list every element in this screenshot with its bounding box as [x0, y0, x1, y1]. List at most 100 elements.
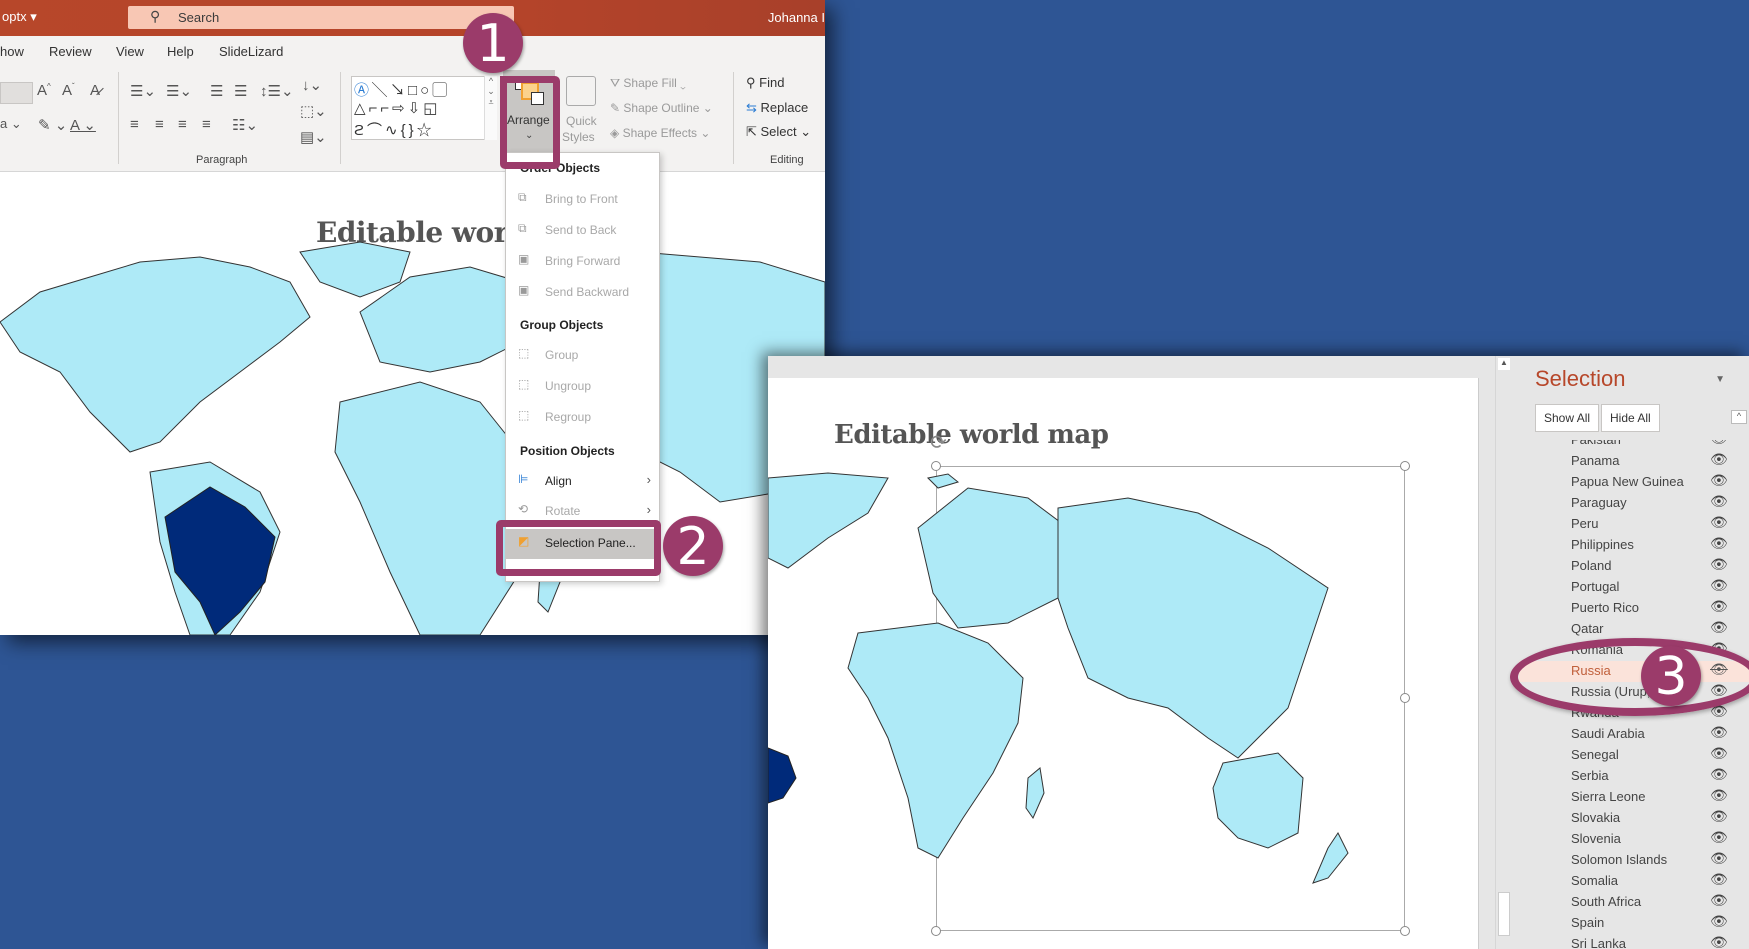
tab-review[interactable]: Review: [49, 44, 92, 59]
selection-list-item[interactable]: Portugal 👁: [1519, 577, 1749, 598]
eye-icon[interactable]: 👁: [1710, 440, 1728, 447]
eye-icon[interactable]: 👁: [1710, 745, 1728, 762]
eye-icon[interactable]: 👁: [1710, 619, 1728, 636]
selection-list-item[interactable]: South Africa 👁: [1519, 892, 1749, 913]
quick-styles-button[interactable]: Quick Styles ⌄: [562, 74, 602, 164]
eye-icon[interactable]: 👁: [1710, 598, 1728, 615]
change-case-icon[interactable]: a ⌄: [0, 116, 22, 132]
shape-fill-button[interactable]: ⛛ Shape Fill ⌄: [610, 76, 686, 91]
selection-list-item[interactable]: Paraguay 👁: [1519, 493, 1749, 514]
selection-list-item[interactable]: Qatar 👁: [1519, 619, 1749, 640]
increase-indent-icon[interactable]: ☰: [234, 82, 247, 100]
tab-slideshow[interactable]: how: [0, 44, 24, 59]
eye-icon[interactable]: 👁: [1710, 808, 1728, 825]
scroll-up-icon[interactable]: ▲: [1498, 358, 1510, 370]
columns-icon[interactable]: ☷⌄: [232, 116, 258, 134]
smartart-icon[interactable]: ▤⌄: [300, 128, 327, 146]
eye-icon[interactable]: 👁: [1710, 556, 1728, 573]
align-right-icon[interactable]: ≡: [178, 116, 187, 133]
menu-header-position: Position Objects: [520, 444, 615, 458]
menu-item-send-to-back[interactable]: ⧉ Send to Back: [506, 216, 659, 244]
eye-icon[interactable]: 👁: [1710, 934, 1728, 949]
selection-list-item[interactable]: Spain 👁: [1519, 913, 1749, 934]
increase-font-icon[interactable]: A^: [37, 82, 51, 99]
pane-options-icon[interactable]: ▼: [1715, 374, 1725, 385]
align-center-icon[interactable]: ≡: [155, 116, 164, 133]
selection-list-item[interactable]: Sri Lanka 👁: [1519, 934, 1749, 949]
scroll-thumb[interactable]: [1498, 892, 1510, 936]
shape-outline-button[interactable]: ✎ Shape Outline ⌄: [610, 101, 713, 115]
selection-list-item[interactable]: Serbia 👁: [1519, 766, 1749, 787]
menu-item-group[interactable]: ⬚ Group: [506, 341, 659, 369]
file-name[interactable]: optx ▾: [2, 9, 37, 25]
tab-help[interactable]: Help: [167, 44, 194, 59]
selection-list-item[interactable]: Papua New Guinea 👁: [1519, 472, 1749, 493]
selection-list-item[interactable]: Sierra Leone 👁: [1519, 787, 1749, 808]
menu-item-bring-to-front[interactable]: ⧉ Bring to Front: [506, 185, 659, 213]
eye-icon[interactable]: 👁: [1710, 577, 1728, 594]
selection-list-item[interactable]: Pakistan 👁: [1519, 440, 1749, 451]
selection-list-item[interactable]: Saudi Arabia 👁: [1519, 724, 1749, 745]
line-spacing-icon[interactable]: ↕☰⌄: [260, 82, 294, 100]
eye-icon[interactable]: 👁: [1710, 535, 1728, 552]
select-button[interactable]: ⇱ Select ⌄: [746, 124, 811, 140]
find-button[interactable]: ⚲ Find: [746, 75, 784, 91]
decrease-font-icon[interactable]: Aˇ: [62, 82, 75, 99]
eye-icon[interactable]: 👁: [1710, 493, 1728, 510]
tab-view[interactable]: View: [116, 44, 144, 59]
eye-icon[interactable]: 👁: [1710, 892, 1728, 909]
selection-list-item[interactable]: Senegal 👁: [1519, 745, 1749, 766]
menu-item-regroup[interactable]: ⬚ Regroup: [506, 403, 659, 431]
align-text-icon[interactable]: ⬚⌄: [300, 102, 327, 120]
font-color-icon[interactable]: A ⌄: [70, 116, 96, 134]
align-icon: ⊫: [518, 472, 529, 486]
slide-scrollbar[interactable]: ▲: [1495, 356, 1511, 949]
menu-item-send-backward[interactable]: ▣ Send Backward: [506, 278, 659, 306]
selection-list-item[interactable]: Peru 👁: [1519, 514, 1749, 535]
selection-list-item[interactable]: Poland 👁: [1519, 556, 1749, 577]
menu-item-bring-forward[interactable]: ▣ Bring Forward: [506, 247, 659, 275]
clear-formatting-icon[interactable]: A̷: [90, 82, 100, 99]
eye-icon[interactable]: 👁: [1710, 472, 1728, 489]
bullets-icon[interactable]: ☰⌄: [130, 82, 156, 100]
shapes-gallery[interactable]: Ⓐ╲↘□○▢ △⌐⌐⇨⇩◱ ϩ⌒∿{}☆: [351, 76, 497, 140]
eye-icon[interactable]: 👁: [1710, 451, 1728, 468]
highlight-icon[interactable]: ✎ ⌄: [38, 116, 67, 134]
numbering-icon[interactable]: ☰⌄: [166, 82, 192, 100]
selection-list-item[interactable]: Slovenia 👁: [1519, 829, 1749, 850]
selection-list-item[interactable]: Somalia 👁: [1519, 871, 1749, 892]
font-size-dropdown[interactable]: [0, 82, 33, 104]
selection-list-item[interactable]: Panama 👁: [1519, 451, 1749, 472]
eye-icon[interactable]: 👁: [1710, 871, 1728, 888]
eye-icon[interactable]: 👁: [1710, 829, 1728, 846]
eye-icon[interactable]: 👁: [1710, 724, 1728, 741]
decrease-indent-icon[interactable]: ☰: [210, 82, 223, 100]
menu-header-group: Group Objects: [520, 318, 604, 332]
text-direction-icon[interactable]: ↓⌄: [302, 76, 322, 94]
collapse-icon[interactable]: ^: [1731, 410, 1747, 424]
search-input[interactable]: ⚲ Search: [128, 6, 514, 29]
selection-list-item[interactable]: Puerto Rico 👁: [1519, 598, 1749, 619]
show-all-button[interactable]: Show All: [1535, 404, 1600, 432]
menu-item-align[interactable]: ⊫ Align ›: [506, 467, 659, 495]
item-name: Sri Lanka: [1571, 936, 1626, 949]
justify-icon[interactable]: ≡: [202, 116, 211, 133]
gallery-scroll[interactable]: ^ ⌄ ⩡: [484, 76, 497, 140]
hide-all-button[interactable]: Hide All: [1601, 404, 1660, 432]
replace-button[interactable]: ⇆ Replace: [746, 100, 808, 116]
menu-item-ungroup[interactable]: ⬚ Ungroup: [506, 372, 659, 400]
shape-effects-button[interactable]: ◈ Shape Effects ⌄: [610, 126, 710, 140]
eye-icon[interactable]: 👁: [1710, 514, 1728, 531]
user-name[interactable]: Johanna I: [768, 10, 825, 25]
slide-canvas-2[interactable]: Editable world map ⟳: [768, 378, 1479, 949]
item-name: Spain: [1571, 915, 1605, 930]
selection-list-item[interactable]: Philippines 👁: [1519, 535, 1749, 556]
eye-icon[interactable]: 👁: [1710, 850, 1728, 867]
eye-icon[interactable]: 👁: [1710, 787, 1728, 804]
selection-list-item[interactable]: Solomon Islands 👁: [1519, 850, 1749, 871]
tab-slidelizard[interactable]: SlideLizard: [219, 44, 283, 59]
align-left-icon[interactable]: ≡: [130, 116, 139, 133]
selection-list-item[interactable]: Slovakia 👁: [1519, 808, 1749, 829]
eye-icon[interactable]: 👁: [1710, 913, 1728, 930]
eye-icon[interactable]: 👁: [1710, 766, 1728, 783]
